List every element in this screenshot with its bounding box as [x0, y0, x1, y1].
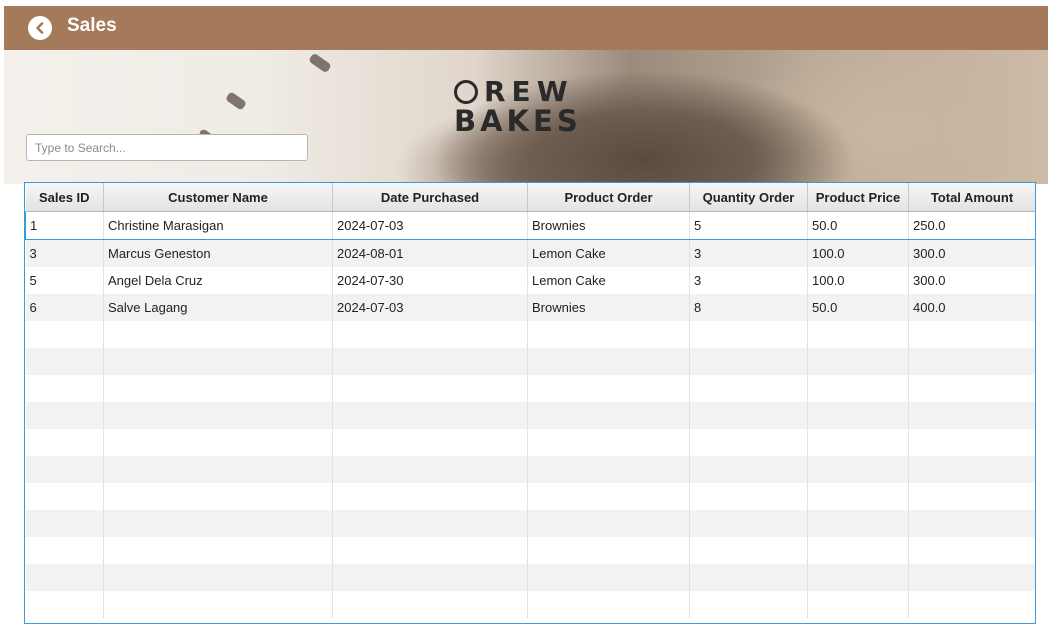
logo-mark-icon [454, 80, 478, 104]
table-cell: 300.0 [908, 267, 1035, 294]
column-header[interactable]: Customer Name [103, 183, 333, 212]
empty-row [25, 429, 1035, 456]
table-cell: 2024-08-01 [332, 239, 528, 267]
table-row[interactable]: 1 Christine Marasigan 2024-07-03 Brownie… [25, 211, 1035, 240]
table-cell: Brownies [527, 294, 690, 321]
table-cell: Angel Dela Cruz [103, 267, 333, 294]
table-cell: Marcus Geneston [103, 239, 333, 267]
table-cell: 5 [689, 211, 808, 240]
table-row[interactable]: 5 Angel Dela Cruz 2024-07-30 Lemon Cake … [25, 267, 1035, 294]
search-input[interactable] [26, 134, 308, 161]
empty-row [25, 483, 1035, 510]
empty-row [25, 321, 1035, 348]
table-cell: Lemon Cake [527, 239, 690, 267]
empty-row [25, 591, 1035, 618]
table-cell: 1 [25, 211, 104, 240]
decor-crumb [224, 91, 248, 111]
column-header[interactable]: Total Amount [908, 183, 1035, 212]
table-cell: 8 [689, 294, 808, 321]
empty-row [25, 564, 1035, 591]
empty-row [25, 375, 1035, 402]
empty-row [25, 510, 1035, 537]
sales-table[interactable]: Sales ID Customer Name Date Purchased Pr… [24, 182, 1036, 624]
table-cell: 2024-07-03 [332, 211, 528, 240]
empty-row [25, 402, 1035, 429]
table-cell: 5 [25, 267, 104, 294]
banner-image: REW BAKES [4, 50, 1048, 184]
table-cell: 3 [689, 267, 808, 294]
table-header-row: Sales ID Customer Name Date Purchased Pr… [25, 183, 1035, 212]
column-header[interactable]: Date Purchased [332, 183, 528, 212]
decor-crumb [308, 52, 332, 74]
logo-text-line2: BAKES [454, 104, 582, 138]
table-cell: 300.0 [908, 239, 1035, 267]
back-button[interactable] [28, 16, 52, 40]
table-cell: Christine Marasigan [103, 211, 333, 240]
table-cell: Brownies [527, 211, 690, 240]
column-header[interactable]: Product Order [527, 183, 690, 212]
brand-logo: REW BAKES [454, 78, 582, 136]
empty-row [25, 348, 1035, 375]
table-cell: 100.0 [807, 239, 909, 267]
table-cell: 100.0 [807, 267, 909, 294]
empty-row [25, 537, 1035, 564]
table-row[interactable]: 6 Salve Lagang 2024-07-03 Brownies 8 50.… [25, 294, 1035, 321]
chevron-left-icon [36, 22, 44, 34]
empty-row [25, 456, 1035, 483]
table-cell: 6 [25, 294, 104, 321]
table-cell: Salve Lagang [103, 294, 333, 321]
table-cell: 3 [25, 239, 104, 267]
column-header[interactable]: Quantity Order [689, 183, 808, 212]
table-cell: 50.0 [807, 294, 909, 321]
logo-text-line1: REW [484, 75, 574, 108]
page-title: Sales [67, 15, 117, 36]
table-cell: 3 [689, 239, 808, 267]
header-bar: Sales [4, 6, 1048, 50]
table-cell: 250.0 [908, 211, 1035, 240]
table-cell: 50.0 [807, 211, 909, 240]
table-cell: 2024-07-03 [332, 294, 528, 321]
table-cell: 2024-07-30 [332, 267, 528, 294]
table-cell: 400.0 [908, 294, 1035, 321]
table-row[interactable]: 3 Marcus Geneston 2024-08-01 Lemon Cake … [25, 239, 1035, 267]
column-header[interactable]: Sales ID [25, 183, 104, 212]
table-cell: Lemon Cake [527, 267, 690, 294]
sales-window: Sales REW BAKES Sales ID Cu [0, 0, 1048, 631]
column-header[interactable]: Product Price [807, 183, 909, 212]
